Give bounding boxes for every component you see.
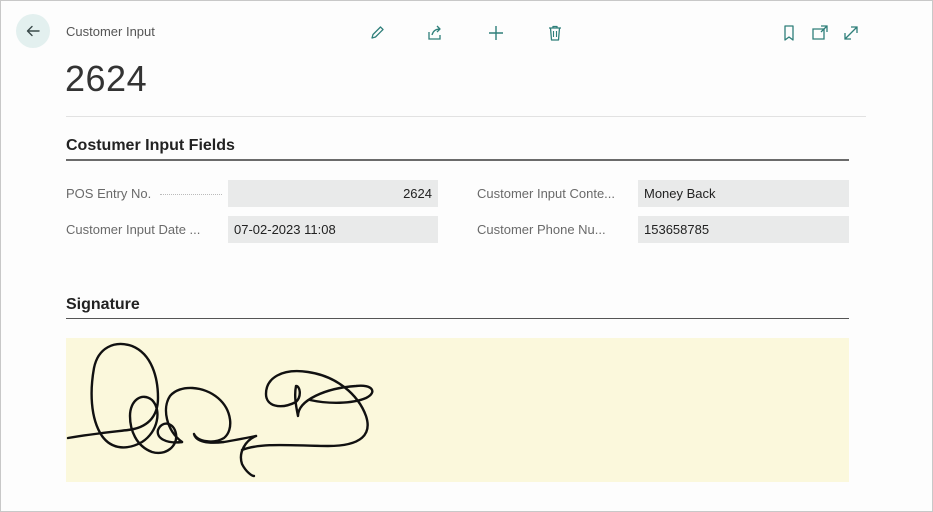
customer-phone-label: Customer Phone Nu... — [477, 222, 606, 237]
customer-input-date-field[interactable]: 07-02-2023 11:08 — [228, 216, 438, 243]
breadcrumb: Customer Input — [66, 24, 155, 39]
pos-entry-no-label: POS Entry No. — [66, 186, 152, 201]
bookmark-icon[interactable] — [778, 22, 800, 44]
add-icon[interactable] — [485, 22, 507, 44]
back-arrow-icon — [26, 25, 40, 37]
pos-entry-no-field[interactable]: 2624 — [228, 180, 438, 207]
expand-icon[interactable] — [840, 22, 862, 44]
signature-drawing — [66, 342, 374, 478]
delete-icon[interactable] — [544, 22, 566, 44]
back-button[interactable] — [16, 14, 50, 48]
share-icon[interactable] — [424, 22, 446, 44]
fields-section-divider — [66, 159, 849, 161]
signature-section-divider — [66, 318, 849, 319]
fields-section-title[interactable]: Costumer Input Fields — [66, 137, 235, 155]
signature-section-title[interactable]: Signature — [66, 296, 140, 314]
edit-icon[interactable] — [366, 22, 388, 44]
header-divider — [66, 116, 866, 117]
customer-input-date-label: Customer Input Date ... — [66, 222, 201, 237]
signature-pad[interactable] — [66, 338, 849, 482]
customer-input-context-field[interactable]: Money Back — [638, 180, 849, 207]
field-leader-dots — [160, 193, 222, 195]
customer-phone-field[interactable]: 153658785 — [638, 216, 849, 243]
open-new-window-icon[interactable] — [809, 22, 831, 44]
customer-input-context-label: Customer Input Conte... — [477, 186, 616, 201]
page-title: 2624 — [65, 58, 148, 99]
